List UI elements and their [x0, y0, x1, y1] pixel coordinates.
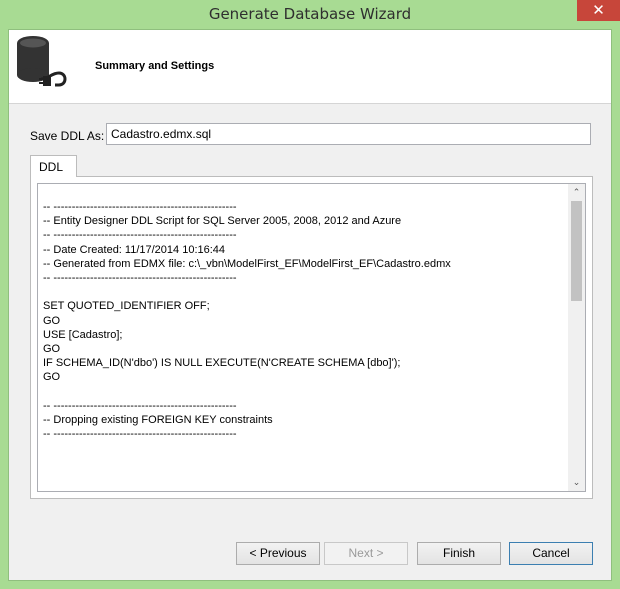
ddl-script-text[interactable]: -- -------------------------------------… — [43, 200, 563, 441]
close-button[interactable]: ✕ — [577, 0, 620, 21]
save-ddl-label: Save DDL As: — [30, 129, 105, 143]
scrollbar-thumb[interactable] — [571, 201, 582, 301]
previous-button[interactable]: < Previous — [236, 542, 320, 565]
page-title: Summary and Settings — [95, 60, 215, 72]
database-plug-icon — [17, 36, 67, 87]
finish-button[interactable]: Finish — [417, 542, 501, 565]
wizard-client-area: Summary and Settings Save DDL As: DDL --… — [8, 29, 612, 581]
wizard-header: Summary and Settings — [9, 30, 611, 104]
close-icon: ✕ — [592, 1, 605, 19]
window-title: Generate Database Wizard — [208, 5, 412, 23]
save-ddl-input[interactable] — [106, 123, 591, 145]
next-button[interactable]: Next > — [324, 542, 408, 565]
vertical-scrollbar[interactable]: ⌃ ⌄ — [568, 184, 585, 491]
scroll-down-icon[interactable]: ⌄ — [568, 474, 585, 491]
ddl-tab-panel: -- -------------------------------------… — [30, 176, 593, 499]
scroll-up-icon[interactable]: ⌃ — [568, 184, 585, 201]
wizard-window: Generate Database Wizard ✕ Summary and S… — [0, 0, 620, 589]
ddl-textbox[interactable]: -- -------------------------------------… — [37, 183, 586, 492]
title-bar[interactable]: Generate Database Wizard ✕ — [0, 0, 620, 28]
cancel-button[interactable]: Cancel — [509, 542, 593, 565]
tab-ddl[interactable]: DDL — [30, 155, 77, 177]
